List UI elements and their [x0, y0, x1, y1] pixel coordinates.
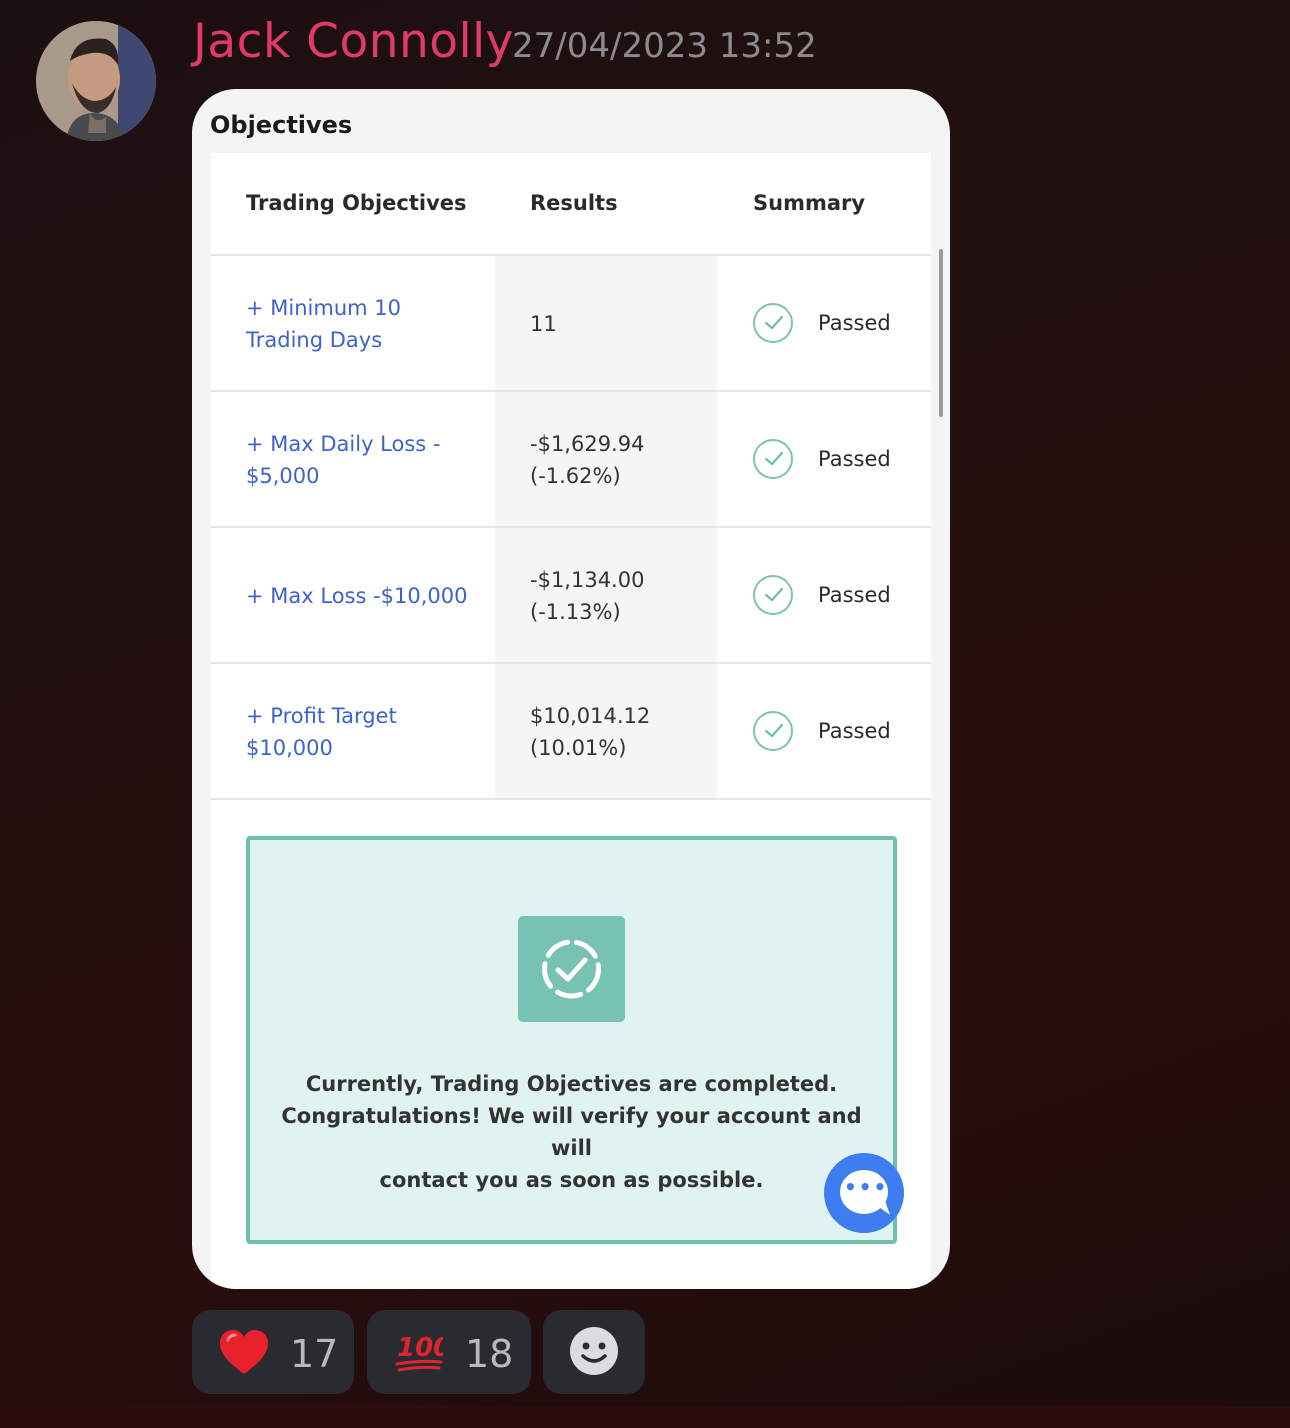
result-line: (10.01%): [530, 736, 627, 760]
hundred-points-icon: 100: [395, 1326, 451, 1378]
objectives-card: Objectives Trading Objectives Results Su…: [192, 89, 950, 1289]
status-passed: Passed: [818, 719, 891, 743]
column-header-summary: Summary: [753, 191, 866, 215]
success-line: Congratulations! We will verify your acc…: [281, 1104, 862, 1160]
check-circle-icon: [753, 303, 793, 343]
message-timestamp: 27/04/2023 13:52: [512, 26, 817, 66]
objective-link[interactable]: + Minimum 10 Trading Days: [246, 292, 486, 356]
objective-line: + Max Daily Loss -: [246, 432, 441, 456]
result-line: (-1.62%): [530, 464, 621, 488]
result-line: -$1,629.94: [530, 432, 645, 456]
bottom-band: [0, 1406, 1290, 1428]
result-value: 11: [530, 308, 710, 340]
ellipsis-icon: •••: [844, 1175, 889, 1199]
result-value: -$1,134.00 (-1.13%): [530, 564, 710, 628]
check-circle-icon: [753, 575, 793, 615]
table-row: + Profit Target $10,000 $10,014.12 (10.0…: [211, 664, 931, 800]
result-line: 11: [530, 312, 557, 336]
column-header-results: Results: [530, 191, 618, 215]
result-line: (-1.13%): [530, 600, 621, 624]
success-line: contact you as soon as possible.: [379, 1168, 764, 1192]
objective-line: + Minimum 10: [246, 296, 401, 320]
objective-link[interactable]: + Profit Target $10,000: [246, 700, 486, 764]
reaction-count: 18: [465, 1332, 514, 1376]
status-passed: Passed: [818, 311, 891, 335]
column-header-objectives: Trading Objectives: [246, 191, 467, 215]
verified-check-icon: [518, 916, 625, 1022]
result-value: $10,014.12 (10.01%): [530, 700, 710, 764]
status-passed: Passed: [818, 447, 891, 471]
smiley-icon: [569, 1326, 619, 1388]
objective-line: + Max Loss -$10,000: [246, 584, 468, 608]
add-reaction-button[interactable]: [543, 1310, 645, 1394]
result-line: $10,014.12: [530, 704, 651, 728]
table-row: + Max Loss -$10,000 -$1,134.00 (-1.13%) …: [211, 528, 931, 664]
success-message: Currently, Trading Objectives are comple…: [270, 1068, 873, 1196]
result-line: -$1,134.00: [530, 568, 645, 592]
objective-line: Trading Days: [246, 328, 383, 352]
success-line: Currently, Trading Objectives are comple…: [305, 1072, 838, 1096]
table-row: + Minimum 10 Trading Days 11 Passed: [211, 256, 931, 392]
heart-icon: [218, 1326, 270, 1390]
card-title: Objectives: [210, 111, 353, 139]
table-header: Trading Objectives Results Summary: [211, 153, 931, 256]
objective-line: $5,000: [246, 464, 320, 488]
chat-bubble-tail: [875, 1201, 891, 1219]
objective-line: $10,000: [246, 736, 333, 760]
check-circle-icon: [753, 711, 793, 751]
objective-line: + Profit Target: [246, 704, 397, 728]
hundred-glyph: 100: [397, 1333, 443, 1363]
scrollbar[interactable]: [939, 249, 943, 417]
status-passed: Passed: [818, 583, 891, 607]
reaction-heart[interactable]: 17: [192, 1310, 354, 1394]
objective-link[interactable]: + Max Daily Loss - $5,000: [246, 428, 486, 492]
avatar-image: [36, 21, 156, 141]
reaction-count: 17: [290, 1332, 339, 1376]
objectives-panel: Trading Objectives Results Summary + Min…: [211, 153, 931, 1289]
table-row: + Max Daily Loss - $5,000 -$1,629.94 (-1…: [211, 392, 931, 528]
reaction-hundred[interactable]: 100 18: [367, 1310, 531, 1394]
chat-support-button[interactable]: •••: [824, 1153, 904, 1233]
result-value: -$1,629.94 (-1.62%): [530, 428, 710, 492]
objective-link[interactable]: + Max Loss -$10,000: [246, 580, 506, 612]
author-name[interactable]: Jack Connolly: [193, 14, 514, 69]
check-circle-icon: [753, 439, 793, 479]
success-banner: Currently, Trading Objectives are comple…: [246, 836, 897, 1244]
author-avatar[interactable]: [36, 21, 156, 141]
